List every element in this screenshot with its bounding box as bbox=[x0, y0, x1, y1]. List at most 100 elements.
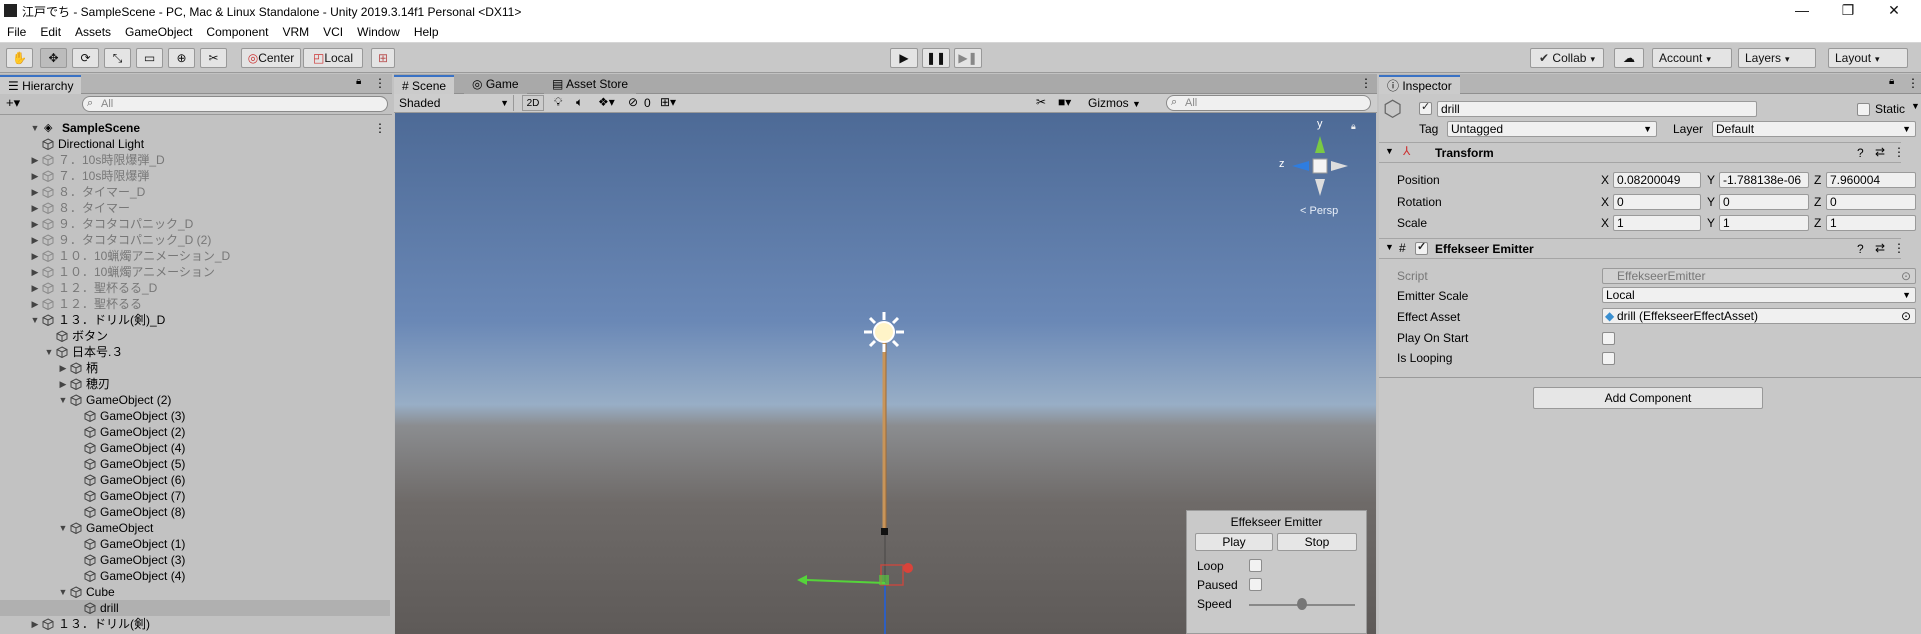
layer-dropdown[interactable]: Default ▼ bbox=[1712, 121, 1916, 137]
menu-gameobject[interactable]: GameObject bbox=[118, 22, 199, 43]
scale-y-field[interactable]: 1 bbox=[1719, 215, 1809, 231]
add-component-button[interactable]: Add Component bbox=[1533, 387, 1763, 409]
scene-panel-menu-icon[interactable]: ⋮ bbox=[1360, 76, 1372, 90]
pause-button[interactable]: ❚❚ bbox=[922, 48, 950, 68]
tools-icon[interactable]: ✂ bbox=[1036, 95, 1046, 109]
is-looping-checkbox[interactable] bbox=[1602, 352, 1615, 365]
menu-edit[interactable]: Edit bbox=[33, 22, 68, 43]
minimize-button[interactable]: — bbox=[1779, 0, 1825, 22]
hierarchy-row[interactable]: ▶ ７．10s時限爆弾_D bbox=[0, 152, 390, 168]
directional-light-icon[interactable] bbox=[862, 310, 906, 354]
transform-tool-icon[interactable]: ⊕ bbox=[168, 48, 195, 68]
hierarchy-row[interactable]: GameObject (2) bbox=[0, 424, 390, 440]
static-checkbox[interactable] bbox=[1857, 103, 1870, 116]
expand-arrow-icon[interactable]: ▶ bbox=[30, 616, 40, 632]
orientation-gizmo[interactable]: y z 🔒︎ bbox=[1275, 118, 1365, 211]
hierarchy-row[interactable]: ▶ １３．ドリル(剣) bbox=[0, 616, 390, 632]
menu-vci[interactable]: VCI bbox=[316, 22, 350, 43]
persp-label[interactable]: < Persp bbox=[1300, 205, 1338, 217]
effekseer-emitter-header[interactable]: ▼ # Effekseer Emitter ? ⇄ ⋮ bbox=[1379, 238, 1905, 259]
expand-arrow-icon[interactable]: ▶ bbox=[30, 280, 40, 296]
pivot-space-toggle[interactable]: ◰Local bbox=[303, 48, 363, 68]
layers-dropdown[interactable]: Layers bbox=[1738, 48, 1816, 68]
expand-arrow-icon[interactable]: ▶ bbox=[30, 296, 40, 312]
hierarchy-row[interactable]: ボタン bbox=[0, 328, 390, 344]
expand-arrow-icon[interactable]: ▶ bbox=[30, 168, 40, 184]
help-icon[interactable]: ? bbox=[1857, 242, 1864, 256]
emitter-enabled-checkbox[interactable] bbox=[1415, 240, 1428, 255]
scale-x-field[interactable]: 1 bbox=[1613, 215, 1701, 231]
expand-arrow-icon[interactable]: ▶ bbox=[30, 248, 40, 264]
position-x-field[interactable]: 0.08200049 bbox=[1613, 172, 1701, 188]
hierarchy-row[interactable]: ▼ GameObject (2) bbox=[0, 392, 390, 408]
play-on-start-checkbox[interactable] bbox=[1602, 332, 1615, 345]
hierarchy-row[interactable]: Directional Light bbox=[0, 136, 390, 152]
2d-mode-toggle[interactable]: 2D bbox=[522, 95, 544, 111]
tab-scene[interactable]: # Scene bbox=[394, 75, 455, 94]
rotation-z-field[interactable]: 0 bbox=[1826, 194, 1916, 210]
hierarchy-row[interactable]: ▼ 日本号.３ bbox=[0, 344, 390, 360]
grid-snap-icon[interactable]: ⊞ bbox=[371, 48, 395, 68]
expand-arrow-icon[interactable]: ▶ bbox=[58, 360, 68, 376]
scale-z-field[interactable]: 1 bbox=[1826, 215, 1916, 231]
hierarchy-row[interactable]: ▶ ８．タイマー bbox=[0, 200, 390, 216]
effect-asset-field[interactable]: ◆ drill (EffekseerEffectAsset) ⊙ bbox=[1602, 308, 1916, 324]
speed-slider-thumb[interactable] bbox=[1297, 598, 1307, 610]
close-button[interactable]: ✕ bbox=[1871, 0, 1917, 22]
move-tool-icon[interactable]: ✥ bbox=[40, 48, 67, 68]
emitter-scale-dropdown[interactable]: Local ▼ bbox=[1602, 287, 1916, 303]
hierarchy-search-input[interactable]: All bbox=[82, 96, 388, 112]
hierarchy-row[interactable]: ▶ １０．10蝋燭アニメーション_D bbox=[0, 248, 390, 264]
expand-arrow-icon[interactable]: ▶ bbox=[30, 184, 40, 200]
custom-tool-icon[interactable]: ✂ bbox=[200, 48, 227, 68]
loop-checkbox[interactable] bbox=[1249, 559, 1262, 572]
rotation-x-field[interactable]: 0 bbox=[1613, 194, 1701, 210]
expand-arrow-icon[interactable]: ▶ bbox=[30, 232, 40, 248]
position-y-field[interactable]: -1.788138e-06 bbox=[1719, 172, 1809, 188]
hierarchy-row[interactable]: ▼ Cube bbox=[0, 584, 390, 600]
panel-menu-icon[interactable]: ⋮ bbox=[374, 76, 386, 90]
create-button[interactable]: +▾ bbox=[6, 95, 20, 111]
hierarchy-row[interactable]: ▶ 穂刃 bbox=[0, 376, 390, 392]
chevron-down-icon[interactable]: ▼ bbox=[1911, 101, 1920, 111]
scale-tool-icon[interactable]: ⤡ bbox=[104, 48, 131, 68]
lock-icon[interactable]: 🔒︎ bbox=[356, 76, 361, 87]
paused-checkbox[interactable] bbox=[1249, 578, 1262, 591]
menu-assets[interactable]: Assets bbox=[68, 22, 118, 43]
tab-inspector[interactable]: ⓘ Inspector bbox=[1379, 75, 1460, 94]
position-z-field[interactable]: 7.960004 bbox=[1826, 172, 1916, 188]
lighting-icon[interactable]: 💡︎ bbox=[554, 95, 562, 110]
hierarchy-row[interactable]: drill bbox=[0, 600, 390, 616]
inspector-menu-icon[interactable]: ⋮ bbox=[1907, 76, 1919, 90]
hierarchy-row[interactable]: GameObject (6) bbox=[0, 472, 390, 488]
expand-arrow-icon[interactable]: ▶ bbox=[30, 200, 40, 216]
collab-dropdown[interactable]: ✔ Collab bbox=[1530, 48, 1604, 68]
hierarchy-row[interactable]: GameObject (1) bbox=[0, 536, 390, 552]
expand-arrow-icon[interactable]: ▶ bbox=[30, 152, 40, 168]
preset-icon[interactable]: ⇄ bbox=[1875, 241, 1885, 255]
shading-mode-dropdown[interactable]: Shaded ▼ bbox=[396, 95, 514, 111]
pivot-center-toggle[interactable]: ◎Center bbox=[241, 48, 301, 68]
hierarchy-row[interactable]: ▼ GameObject bbox=[0, 520, 390, 536]
tab-game[interactable]: ◎ Game bbox=[464, 75, 527, 94]
hierarchy-row[interactable]: GameObject (4) bbox=[0, 568, 390, 584]
menu-component[interactable]: Component bbox=[199, 22, 275, 43]
hierarchy-row[interactable]: ▶ ７．10s時限爆弾 bbox=[0, 168, 390, 184]
object-name-field[interactable]: drill bbox=[1437, 101, 1757, 117]
grid-icon[interactable]: ⊞▾ bbox=[660, 95, 676, 109]
expand-arrow-icon[interactable]: ▶ bbox=[30, 216, 40, 232]
gizmo-lock-icon[interactable]: 🔒︎ bbox=[1351, 121, 1356, 132]
expand-arrow-icon[interactable]: ▶ bbox=[30, 264, 40, 280]
hierarchy-row[interactable]: ▶ ９．タコタコパニック_D (2) bbox=[0, 232, 390, 248]
hierarchy-row[interactable]: ▶ ８．タイマー_D bbox=[0, 184, 390, 200]
collapse-arrow-icon[interactable]: ▼ bbox=[58, 392, 68, 408]
camera-icon[interactable]: ■▾ bbox=[1058, 95, 1071, 109]
overlay-stop-button[interactable]: Stop bbox=[1277, 533, 1357, 551]
collapse-arrow-icon[interactable]: ▼ bbox=[58, 520, 68, 536]
hierarchy-row[interactable]: GameObject (7) bbox=[0, 488, 390, 504]
gizmos-dropdown[interactable]: Gizmos ▼ bbox=[1088, 95, 1141, 111]
component-menu-icon[interactable]: ⋮ bbox=[1893, 145, 1905, 159]
inspector-lock-icon[interactable]: 🔒︎ bbox=[1889, 76, 1894, 87]
hierarchy-row[interactable]: ▶ １２．聖杯るる bbox=[0, 296, 390, 312]
layout-dropdown[interactable]: Layout bbox=[1828, 48, 1908, 68]
